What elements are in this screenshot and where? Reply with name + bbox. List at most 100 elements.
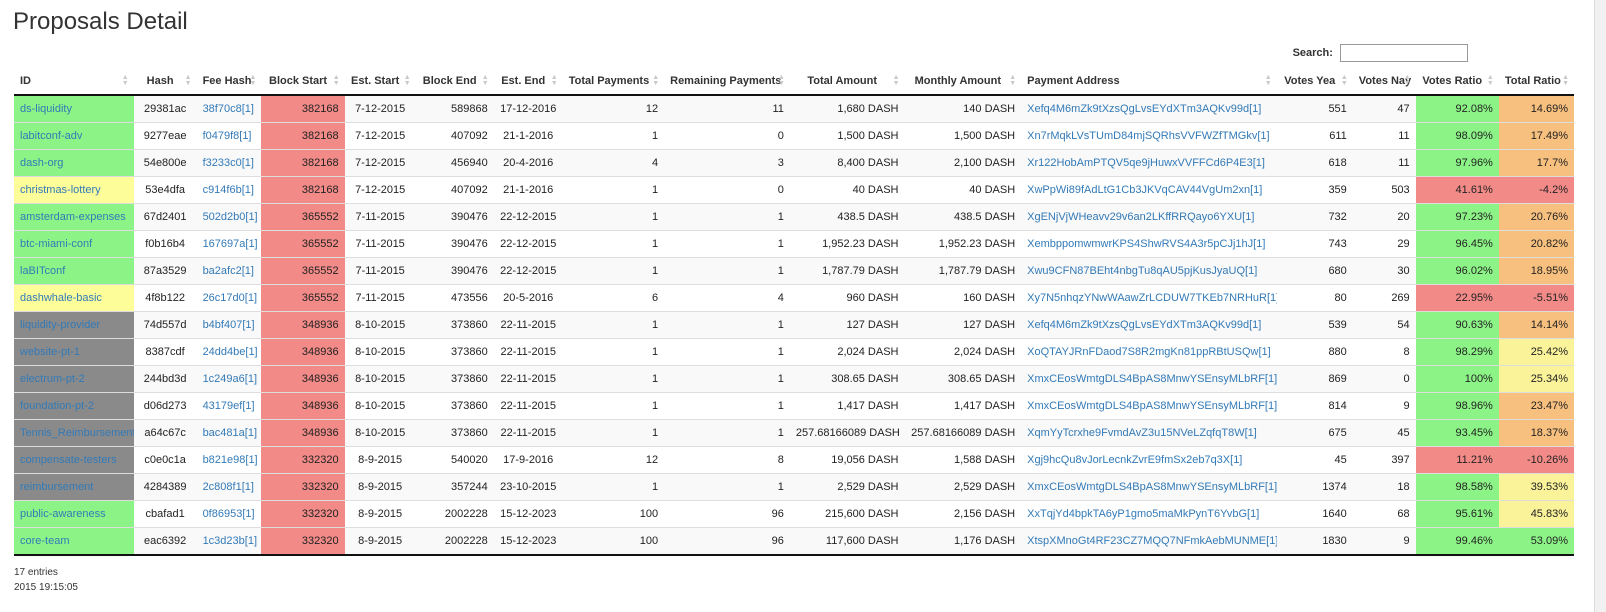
proposal-id-link[interactable]: website-pt-1 [20,346,80,358]
proposal-id-cell[interactable]: btc-miami-conf [14,230,134,258]
proposal-id-link[interactable]: liquidity-provider [20,319,100,331]
fee-hash-cell[interactable]: bac481a[1] [196,419,262,447]
fee-hash-link[interactable]: 167697a[1] [203,238,258,250]
payment-address-cell[interactable]: XwPpWi89fAdLtG1Cb3JKVqCAV44VgUm2xn[1] [1021,176,1277,204]
proposal-id-cell[interactable]: compensate-testers [14,446,134,474]
fee-hash-link[interactable]: 0f86953[1] [203,508,255,520]
payment-address-cell[interactable]: Xwu9CFN87BEht4nbgTu8qAU5pjKusJyaUQ[1] [1021,257,1277,285]
proposal-id-link[interactable]: christmas-lottery [20,184,101,196]
fee-hash-cell[interactable]: b4bf407[1] [196,311,262,339]
payment-address-link[interactable]: Xn7rMqkLVsTUmD84mjSQRhsVVFWZfTMGkv[1] [1027,130,1269,142]
proposal-id-link[interactable]: dashwhale-basic [20,292,102,304]
proposal-id-cell[interactable]: electrum-pt-2 [14,365,134,393]
fee-hash-cell[interactable]: 26c17d0[1] [196,284,262,312]
column-header[interactable]: Votes Yea ▲ ▼ [1276,68,1353,96]
proposal-id-link[interactable]: public-awareness [20,508,106,520]
column-header[interactable]: Monthly Amount ▲ ▼ [904,68,1022,96]
column-header[interactable]: ID ▲ ▼ [14,68,134,96]
payment-address-cell[interactable]: Xr122HobAmPTQV5qe9jHuwxVVFFCd6P4E3[1] [1021,149,1277,177]
fee-hash-cell[interactable]: 502d2b0[1] [196,203,262,231]
payment-address-link[interactable]: XmxCEosWmtgDLS4BpAS8MnwYSEnsyMLbRF[1] [1027,400,1277,412]
fee-hash-link[interactable]: 24dd4be[1] [203,346,258,358]
proposal-id-link[interactable]: btc-miami-conf [20,238,92,250]
fee-hash-link[interactable]: 38f70c8[1] [203,103,254,115]
proposal-id-link[interactable]: foundation-pt-2 [20,400,94,412]
fee-hash-link[interactable]: 502d2b0[1] [203,211,258,223]
payment-address-link[interactable]: XoQTAYJRnFDaod7S8R2mgKn81ppRBtUSQw[1] [1027,346,1271,358]
fee-hash-cell[interactable]: 167697a[1] [196,230,262,258]
proposal-id-link[interactable]: amsterdam-expenses [20,211,126,223]
fee-hash-cell[interactable]: 43179ef[1] [196,392,262,420]
column-header[interactable]: Payment Address ▲ ▼ [1021,68,1277,96]
payment-address-cell[interactable]: Xn7rMqkLVsTUmD84mjSQRhsVVFWZfTMGkv[1] [1021,122,1277,150]
column-header[interactable]: Block Start ▲ ▼ [261,68,345,96]
fee-hash-link[interactable]: 1c249a6[1] [203,373,257,385]
fee-hash-cell[interactable]: b821e98[1] [196,446,262,474]
payment-address-link[interactable]: XxTqjYd4bpkTA6yP1gmo5maMkPynT6YvbG[1] [1027,508,1259,520]
fee-hash-link[interactable]: c914f6b[1] [203,184,254,196]
payment-address-cell[interactable]: Xefq4M6mZk9tXzsQgLvsEYdXTm3AQKv99d[1] [1021,94,1277,123]
payment-address-link[interactable]: Xr122HobAmPTQV5qe9jHuwxVVFFCd6P4E3[1] [1027,157,1265,169]
proposal-id-link[interactable]: dash-org [20,157,63,169]
fee-hash-cell[interactable]: ba2afc2[1] [196,257,262,285]
payment-address-link[interactable]: XembppomwmwrKPS4ShwRVS4A3r5pCJj1hJ[1] [1027,238,1265,250]
fee-hash-cell[interactable]: 2c808f1[1] [196,473,262,501]
proposal-id-cell[interactable]: christmas-lottery [14,176,134,204]
proposal-id-cell[interactable]: website-pt-1 [14,338,134,366]
proposal-id-link[interactable]: ds-liquidity [20,103,72,115]
column-header[interactable]: Hash ▲ ▼ [133,68,197,96]
column-header[interactable]: Remaining Payments ▲ ▼ [664,68,790,96]
proposal-id-cell[interactable]: core-team [14,527,134,556]
payment-address-link[interactable]: Xgj9hcQu8vJorLecnkZvrE9fmSx2eb7q3X[1] [1027,454,1242,466]
payment-address-link[interactable]: Xefq4M6mZk9tXzsQgLvsEYdXTm3AQKv99d[1] [1027,319,1261,331]
payment-address-cell[interactable]: XxTqjYd4bpkTA6yP1gmo5maMkPynT6YvbG[1] [1021,500,1277,528]
payment-address-link[interactable]: XgENjVjWHeavv29v6an2LKffRRQayo6YXU[1] [1027,211,1254,223]
payment-address-link[interactable]: XmxCEosWmtgDLS4BpAS8MnwYSEnsyMLbRF[1] [1027,373,1277,385]
fee-hash-link[interactable]: 43179ef[1] [203,400,255,412]
column-header[interactable]: Est. Start ▲ ▼ [344,68,416,96]
column-header[interactable]: Total Ratio ▲ ▼ [1498,68,1574,96]
payment-address-cell[interactable]: XtspXMnoGt4RF23CZ7MQQ7NFmkAebMUNME[1] [1021,527,1277,556]
fee-hash-link[interactable]: b4bf407[1] [203,319,255,331]
proposal-id-cell[interactable]: ds-liquidity [14,94,134,123]
column-header[interactable]: Votes Ratio ▲ ▼ [1415,68,1499,96]
payment-address-cell[interactable]: XembppomwmwrKPS4ShwRVS4A3r5pCJj1hJ[1] [1021,230,1277,258]
fee-hash-cell[interactable]: 1c249a6[1] [196,365,262,393]
proposal-id-link[interactable]: electrum-pt-2 [20,373,85,385]
proposal-id-cell[interactable]: labitconf-adv [14,122,134,150]
column-header[interactable]: Total Amount ▲ ▼ [789,68,905,96]
column-header[interactable]: Fee Hash ▲ ▼ [196,68,262,96]
fee-hash-cell[interactable]: 0f86953[1] [196,500,262,528]
fee-hash-link[interactable]: f0479f8[1] [203,130,252,142]
column-header[interactable]: Votes Nay ▲ ▼ [1352,68,1416,96]
payment-address-cell[interactable]: XmxCEosWmtgDLS4BpAS8MnwYSEnsyMLbRF[1] [1021,392,1277,420]
payment-address-link[interactable]: XwPpWi89fAdLtG1Cb3JKVqCAV44VgUm2xn[1] [1027,184,1262,196]
payment-address-link[interactable]: XtspXMnoGt4RF23CZ7MQQ7NFmkAebMUNME[1] [1027,535,1277,547]
fee-hash-cell[interactable]: 1c3d23b[1] [196,527,262,556]
vertical-scrollbar[interactable] [1594,0,1606,612]
payment-address-cell[interactable]: XmxCEosWmtgDLS4BpAS8MnwYSEnsyMLbRF[1] [1021,473,1277,501]
column-header[interactable]: Total Payments ▲ ▼ [562,68,665,96]
column-header[interactable]: Est. End ▲ ▼ [493,68,563,96]
proposal-id-cell[interactable]: amsterdam-expenses [14,203,134,231]
payment-address-link[interactable]: Xy7N5nhqzYNwWAawZrLCDUW7TKEb7NRHuR[1] [1027,292,1277,304]
proposal-id-cell[interactable]: dashwhale-basic [14,284,134,312]
proposal-id-cell[interactable]: dash-org [14,149,134,177]
fee-hash-cell[interactable]: f0479f8[1] [196,122,262,150]
proposal-id-cell[interactable]: liquidity-provider [14,311,134,339]
proposal-id-link[interactable]: compensate-testers [20,454,117,466]
fee-hash-link[interactable]: b821e98[1] [203,454,258,466]
fee-hash-link[interactable]: f3233c0[1] [203,157,254,169]
payment-address-cell[interactable]: Xy7N5nhqzYNwWAawZrLCDUW7TKEb7NRHuR[1] [1021,284,1277,312]
fee-hash-cell[interactable]: c914f6b[1] [196,176,262,204]
payment-address-cell[interactable]: XoQTAYJRnFDaod7S8R2mgKn81ppRBtUSQw[1] [1021,338,1277,366]
proposal-id-link[interactable]: reimbursement [20,481,93,493]
column-header[interactable]: Block End ▲ ▼ [415,68,494,96]
fee-hash-cell[interactable]: 24dd4be[1] [196,338,262,366]
proposal-id-link[interactable]: core-team [20,535,70,547]
payment-address-cell[interactable]: XqmYyTcrxhe9FvmdAvZ3u15NVeLZqfqT8W[1] [1021,419,1277,447]
proposal-id-link[interactable]: labitconf-adv [20,130,82,142]
proposal-id-cell[interactable]: laBITconf [14,257,134,285]
payment-address-cell[interactable]: XgENjVjWHeavv29v6an2LKffRRQayo6YXU[1] [1021,203,1277,231]
fee-hash-link[interactable]: bac481a[1] [203,427,257,439]
